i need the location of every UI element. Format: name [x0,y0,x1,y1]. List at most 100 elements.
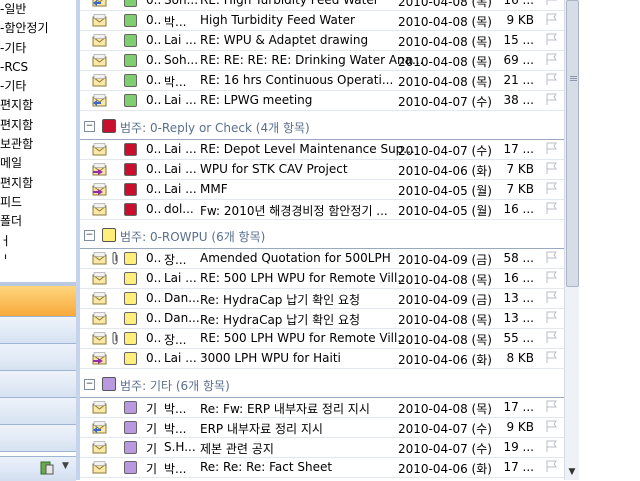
shortcuts-icon[interactable] [40,461,54,475]
message-row[interactable]: 기 S.H... 제본 관련 공지 2010-04-07 (수) 19 ... [80,438,564,458]
folder-item[interactable]: ㅓ [0,232,74,251]
folder-item[interactable]: ㅣ [0,251,74,259]
category-color-box[interactable] [124,312,137,325]
message-row[interactable]: 0.. Lai ... RE: WPU & Adaptet drawing 2010-… [80,31,564,51]
flag-icon[interactable] [544,0,558,6]
scrollbar-thumb[interactable] [566,0,579,287]
message-row[interactable]: 0.. Soh... RE: High Turbidity Feed Water 20… [80,0,564,11]
category-color-box[interactable] [124,0,137,7]
category-color-box[interactable] [124,461,137,474]
folder-item[interactable]: -RCS [0,58,74,77]
flag-icon[interactable] [544,141,558,155]
folder-item[interactable]: -함안정기 [0,19,74,38]
flag-icon[interactable] [544,399,558,413]
category-color-box[interactable] [124,352,137,365]
message-row[interactable]: 0.. Lai ... 3000 LPH WPU for Haiti 2010-04-… [80,349,564,369]
message-row[interactable]: 0.. Lai ... MMF 2010-04-05 (월) 7 KB [80,180,564,200]
category-color-box[interactable] [124,143,137,156]
vertical-scrollbar[interactable]: ▼ [564,0,579,480]
category-color-box[interactable] [124,332,137,345]
group-header[interactable]: − 범주: 기타 (6개 항목) [80,369,564,398]
collapse-icon[interactable]: − [84,379,95,390]
message-row[interactable]: 0.. Lai ... RE: 500 LPH WPU for Remote Vil… [80,269,564,289]
nav-button-notes[interactable] [0,398,76,425]
folder-item[interactable]: 편지함 [0,96,74,115]
flag-icon[interactable] [544,52,558,66]
folder-item[interactable]: 폴더 [0,212,74,231]
message-row[interactable]: 0.. Soh... RE: RE: RE: RE: Drinking Water … [80,51,564,71]
scroll-down-icon[interactable]: ▼ [566,466,578,478]
nav-button-folders[interactable] [0,425,76,452]
collapse-icon[interactable]: − [84,230,95,241]
flag-icon[interactable] [544,439,558,453]
category-color-box[interactable] [124,401,137,414]
group-label: 범주: 0-ROWPU (6개 항목) [120,230,266,244]
flag-icon[interactable] [544,330,558,344]
flag-icon[interactable] [544,161,558,175]
message-row[interactable]: 0.. Dan... Re: HydraCap 납기 확인 요청 2010-04-08… [80,309,564,329]
category-color-box[interactable] [124,14,137,27]
category-color-box[interactable] [124,292,137,305]
message-row[interactable]: 0.. 장... RE: 500 LPH WPU for Remote Vill..… [80,329,564,349]
flag-icon[interactable] [544,310,558,324]
nav-button-mail[interactable] [0,286,76,317]
flag-icon[interactable] [544,92,558,106]
message-category-text: 0.. [146,351,162,365]
category-color-box[interactable] [124,163,137,176]
message-date: 2010-04-07 (수) [398,422,492,436]
message-row[interactable]: 0.. Dan... Re: HydraCap 납기 확인 요청 2010-04-09… [80,289,564,309]
message-row[interactable]: 0.. 박... High Turbidity Feed Water 2010-04-… [80,11,564,31]
folder-item[interactable]: 메일 [0,154,74,173]
flag-icon[interactable] [544,270,558,284]
flag-icon[interactable] [544,459,558,473]
flag-icon[interactable] [544,250,558,264]
category-color-box[interactable] [124,34,137,47]
message-category-text: 0.. [146,202,162,216]
flag-icon[interactable] [544,290,558,304]
folder-list: -일반-함안정기-기타-RCS-기타편지함편지함보관함메일편지함피드폴더ㅓㅣ [0,0,74,259]
forwarded-envelope-icon [92,183,107,196]
folder-item[interactable]: -기타 [0,77,74,96]
message-row[interactable]: 0.. dol... Fw: 2010년 해경경비정 함안정기 ... 2010-04… [80,200,564,220]
category-color-box[interactable] [124,94,137,107]
message-row[interactable]: 0.. Lai ... WPU for STK CAV Project 2010-04… [80,160,564,180]
nav-button-contacts[interactable] [0,344,76,371]
category-color-box[interactable] [124,203,137,216]
nav-button-tasks[interactable] [0,371,76,398]
message-category-text: 0.. [146,0,162,7]
flag-icon[interactable] [544,419,558,433]
category-color-box[interactable] [124,252,137,265]
flag-icon[interactable] [544,72,558,86]
category-color-box[interactable] [124,441,137,454]
category-color-box[interactable] [124,183,137,196]
folder-item[interactable]: 편지함 [0,116,74,135]
flag-icon[interactable] [544,32,558,46]
folder-item[interactable]: -일반 [0,0,74,19]
folder-item[interactable]: 편지함 [0,174,74,193]
nav-button-calendar[interactable] [0,317,76,344]
configure-buttons-icon[interactable]: ▼ [62,461,69,471]
message-row[interactable]: 0.. Lai ... RE: LPWG meeting 2010-04-07 (수)… [80,91,564,111]
group-header[interactable]: − 범주: 0-Reply or Check (4개 항목) [80,111,564,140]
collapse-icon[interactable]: − [84,121,95,132]
flag-icon[interactable] [544,201,558,215]
group-header[interactable]: − 범주: 0-ROWPU (6개 항목) [80,220,564,249]
message-row[interactable]: 기 박... Re: Re: Re: Fact Sheet 2010-04-06 (화… [80,458,564,478]
replied-envelope-icon [92,0,107,7]
category-color-box[interactable] [124,421,137,434]
flag-icon[interactable] [544,350,558,364]
message-row[interactable]: 기 박... Re: Fw: ERP 내부자료 정리 지시 2010-04-08 (목… [80,398,564,418]
message-row[interactable]: 0.. 장... Amended Quotation for 500LPH 2010-… [80,249,564,269]
message-row[interactable]: 0.. Lai ... RE: Depot Level Maintenance Su… [80,140,564,160]
message-date: 2010-04-06 (화) [398,164,492,178]
message-row[interactable]: 기 박... ERP 내부자료 정리 지시 2010-04-07 (수) 9 KB [80,418,564,438]
folder-item[interactable]: 피드 [0,193,74,212]
flag-icon[interactable] [544,181,558,195]
category-color-box[interactable] [124,272,137,285]
flag-icon[interactable] [544,12,558,26]
folder-item[interactable]: -기타 [0,39,74,58]
category-color-box[interactable] [124,54,137,67]
message-row[interactable]: 0.. 박... RE: 16 hrs Continuous Operati... 2… [80,71,564,91]
category-color-box[interactable] [124,74,137,87]
folder-item[interactable]: 보관함 [0,135,74,154]
